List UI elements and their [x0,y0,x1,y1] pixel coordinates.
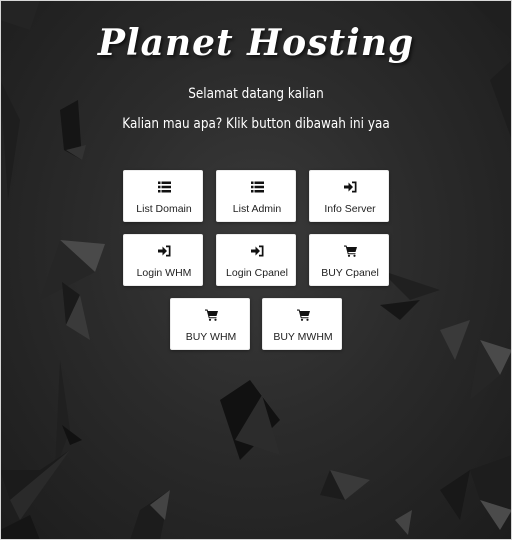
list-icon [124,180,204,194]
login-cpanel-button[interactable]: Login Cpanel [216,234,296,286]
cart-icon [171,308,251,322]
button-label: BUY WHM [185,331,237,343]
button-label: List Domain [136,203,192,215]
main-content: Planet Hosting Selamat datang kalian Kal… [0,0,512,540]
button-label: List Admin [232,203,282,215]
cart-icon [310,244,390,258]
buy-whm-button[interactable]: BUY WHM [170,298,250,350]
list-domain-button[interactable]: List Domain [123,170,203,222]
login-whm-button[interactable]: Login WHM [123,234,203,286]
sign-in-icon [310,180,390,194]
list-icon [217,180,297,194]
info-server-button[interactable]: Info Server [309,170,389,222]
greeting-text: Selamat datang kalian [188,86,324,102]
instruction-text: Kalian mau apa? Klik button dibawah ini … [122,116,390,132]
sign-in-icon [124,244,204,258]
button-label: Login Cpanel [226,267,288,279]
buy-mwhm-button[interactable]: BUY MWHM [262,298,342,350]
cart-icon [263,308,343,322]
buy-cpanel-button[interactable]: BUY Cpanel [309,234,389,286]
button-label: BUY Cpanel [321,267,379,279]
button-label: Info Server [324,203,376,215]
sign-in-icon [217,244,297,258]
page-title: Planet Hosting [97,22,415,64]
list-admin-button[interactable]: List Admin [216,170,296,222]
button-label: BUY MWHM [273,331,333,343]
button-label: Login WHM [136,267,192,279]
